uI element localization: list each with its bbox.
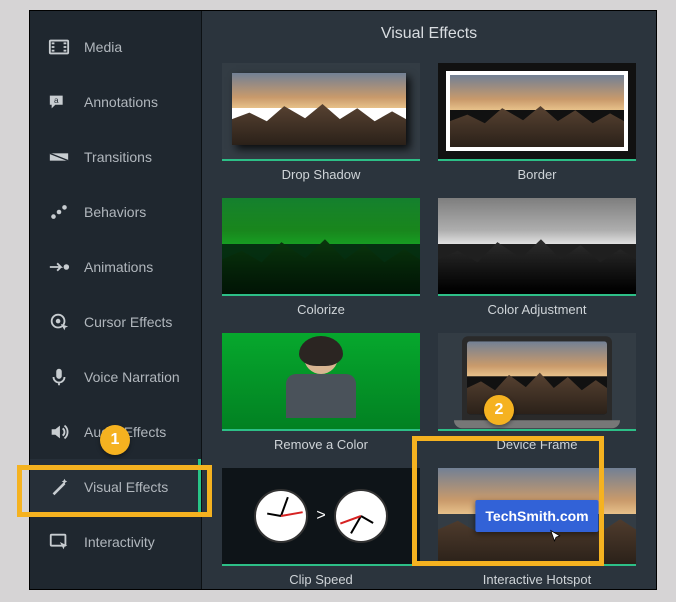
sidebar-item-label: Media: [84, 39, 122, 55]
sidebar-item-label: Visual Effects: [84, 479, 168, 495]
sidebar-item-behaviors[interactable]: Behaviors: [30, 184, 201, 239]
microphone-icon: [48, 366, 70, 388]
sidebar-item-animations[interactable]: Animations: [30, 239, 201, 294]
effect-label: Device Frame: [497, 431, 578, 454]
effect-label: Colorize: [297, 296, 345, 319]
sidebar-item-label: Annotations: [84, 94, 158, 110]
panel-title: Visual Effects: [202, 11, 656, 57]
sidebar-item-visual-effects[interactable]: Visual Effects: [30, 459, 201, 514]
effect-thumbnail: [438, 198, 636, 294]
effect-thumbnail: >: [222, 468, 420, 564]
effect-border[interactable]: Border: [438, 63, 636, 184]
sidebar-item-label: Behaviors: [84, 204, 146, 220]
effect-label: Interactive Hotspot: [483, 566, 591, 589]
effect-thumbnail: TechSmith.com: [438, 468, 636, 564]
sidebar-item-label: Interactivity: [84, 534, 155, 550]
wand-icon: [48, 476, 70, 498]
effects-grid: Drop Shadow Border C: [202, 57, 656, 595]
effect-label: Color Adjustment: [488, 296, 587, 319]
effect-remove-a-color[interactable]: Remove a Color: [222, 333, 420, 454]
effect-thumbnail: [438, 333, 636, 429]
effect-label: Remove a Color: [274, 431, 368, 454]
hotspot-button: TechSmith.com: [475, 500, 598, 532]
media-icon: [48, 36, 70, 58]
effect-drop-shadow[interactable]: Drop Shadow: [222, 63, 420, 184]
effect-label: Clip Speed: [289, 566, 353, 589]
sidebar-item-cursor-effects[interactable]: Cursor Effects: [30, 294, 201, 349]
sidebar: Media a Annotations Transitions Behavior…: [30, 11, 202, 589]
sidebar-item-label: Animations: [84, 259, 153, 275]
effect-thumbnail: [222, 333, 420, 429]
sidebar-item-label: Cursor Effects: [84, 314, 172, 330]
sidebar-item-audio-effects[interactable]: Audio Effects: [30, 404, 201, 459]
cursor-effects-icon: [48, 311, 70, 333]
sidebar-item-label: Voice Narration: [84, 369, 180, 385]
transitions-icon: [48, 146, 70, 168]
sidebar-item-transitions[interactable]: Transitions: [30, 129, 201, 184]
effect-colorize[interactable]: Colorize: [222, 198, 420, 319]
effect-thumbnail: [438, 63, 636, 159]
clip-speed-arrow: >: [316, 507, 325, 525]
effect-clip-speed[interactable]: > Clip Speed: [222, 468, 420, 589]
effect-label: Drop Shadow: [282, 161, 361, 184]
annotations-icon: a: [48, 91, 70, 113]
sidebar-item-interactivity[interactable]: Interactivity: [30, 514, 201, 569]
speaker-icon: [48, 421, 70, 443]
effect-interactive-hotspot[interactable]: TechSmith.com Interactive Hotspot: [438, 468, 636, 589]
effects-panel: Visual Effects Drop Shadow: [202, 11, 656, 589]
interactivity-icon: [48, 531, 70, 553]
svg-text:a: a: [54, 95, 59, 104]
effect-thumbnail: [222, 198, 420, 294]
sidebar-item-label: Transitions: [84, 149, 152, 165]
effect-thumbnail: [222, 63, 420, 159]
effect-label: Border: [517, 161, 556, 184]
animations-icon: [48, 256, 70, 278]
sidebar-item-voice-narration[interactable]: Voice Narration: [30, 349, 201, 404]
effect-device-frame[interactable]: Device Frame: [438, 333, 636, 454]
behaviors-icon: [48, 201, 70, 223]
sidebar-item-media[interactable]: Media: [30, 19, 201, 74]
effect-color-adjustment[interactable]: Color Adjustment: [438, 198, 636, 319]
sidebar-item-annotations[interactable]: a Annotations: [30, 74, 201, 129]
app-window: Media a Annotations Transitions Behavior…: [29, 10, 657, 590]
sidebar-item-label: Audio Effects: [84, 424, 166, 440]
